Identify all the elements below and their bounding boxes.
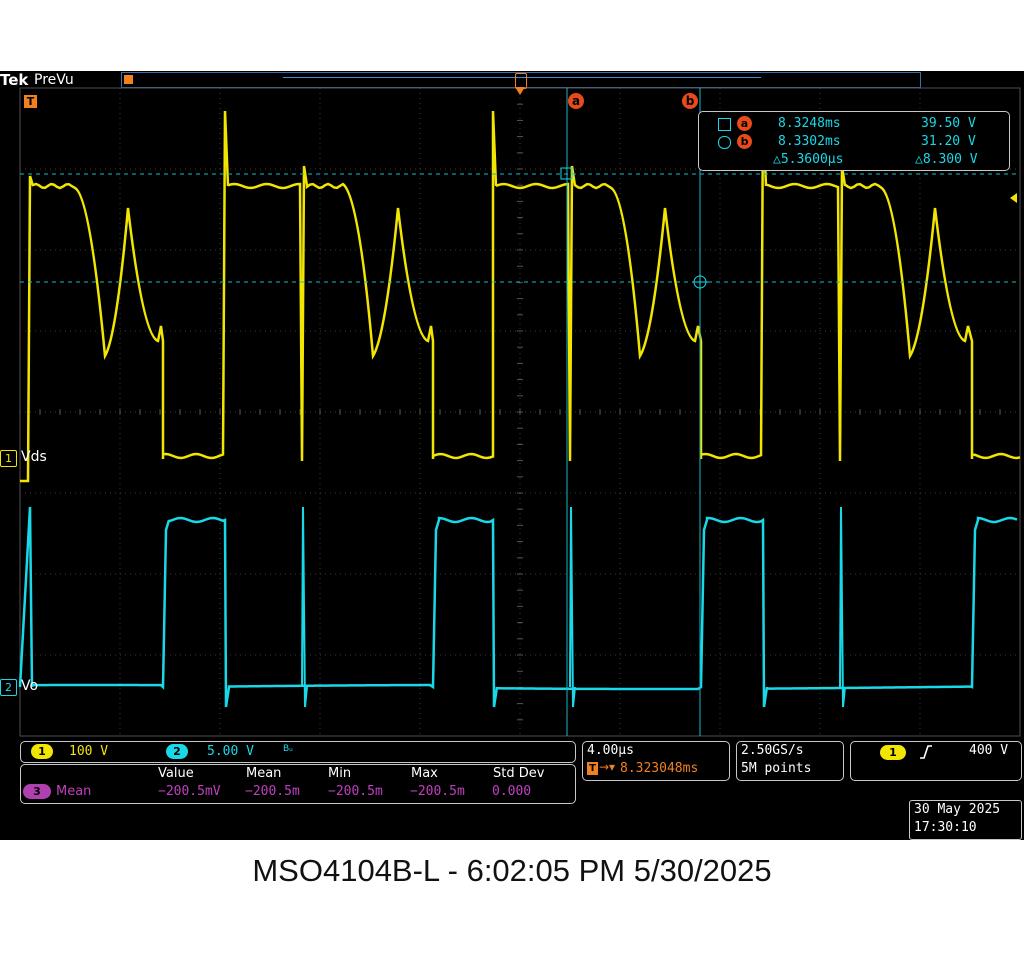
ch2-ringing-spike bbox=[839, 506, 846, 708]
trigger-level-arrow[interactable] bbox=[1010, 193, 1017, 203]
timebase-panel[interactable]: 4.00µs T →▾ 8.323048ms bbox=[582, 741, 730, 781]
ch2-waveform bbox=[18, 506, 1018, 708]
trigger-level: 400 V bbox=[969, 743, 1009, 758]
measurement-panel[interactable]: Value Mean Min Max Std Dev 3 Mean −200.5… bbox=[20, 764, 576, 804]
ch1-badge[interactable]: 1 bbox=[31, 744, 53, 759]
meas-header-value: Value bbox=[158, 766, 194, 781]
footer-caption: MSO4104B-L - 6:02:05 PM 5/30/2025 bbox=[252, 853, 772, 888]
meas-header-stddev: Std Dev bbox=[493, 766, 545, 781]
graticule bbox=[18, 87, 1021, 737]
meas-min: −200.5m bbox=[328, 784, 383, 799]
trigger-position-arrow bbox=[515, 87, 525, 95]
ch1-scale: 100 V bbox=[69, 744, 109, 759]
trigger-source-badge: 1 bbox=[880, 745, 906, 760]
meas-header-max: Max bbox=[411, 766, 438, 781]
cursor-b-label[interactable]: b bbox=[682, 93, 698, 109]
ch2-badge[interactable]: 2 bbox=[166, 744, 188, 759]
trigger-time-marker: T bbox=[24, 95, 37, 108]
timebase-arrow-icon: →▾ bbox=[599, 760, 616, 774]
ch1-ground-marker[interactable]: 1 bbox=[0, 450, 17, 467]
ch2-label: Vo bbox=[21, 678, 39, 694]
timebase-trigger-icon: T bbox=[587, 762, 598, 775]
oscilloscope-screen: Tek PreVu T a b a 8.3248ms 39.50 V b 8.3… bbox=[0, 71, 1024, 840]
meas-value: −200.5mV bbox=[158, 784, 221, 799]
cursor-b-circle-icon bbox=[718, 136, 731, 149]
cursor-b-badge: b bbox=[737, 134, 752, 149]
datetime-panel: 30 May 2025 17:30:10 bbox=[909, 800, 1022, 840]
cursor-a-time: 8.3248ms bbox=[778, 116, 841, 131]
acquisition-panel[interactable]: 2.50GS/s 5M points bbox=[736, 741, 844, 781]
ch2-scale: 5.00 V bbox=[207, 744, 254, 759]
cursor-delta-value: △8.300 V bbox=[915, 152, 978, 167]
meas-mean: −200.5m bbox=[245, 784, 300, 799]
trigger-panel[interactable]: 1 400 V bbox=[850, 741, 1022, 781]
ch2-ground-marker[interactable]: 2 bbox=[0, 679, 17, 696]
meas-header-min: Min bbox=[328, 766, 352, 781]
rising-edge-icon bbox=[920, 745, 932, 759]
timebase-scale: 4.00µs bbox=[587, 743, 634, 758]
record-length: 5M points bbox=[741, 761, 812, 776]
cursor-b-value: 31.20 V bbox=[921, 134, 976, 149]
bandwidth-limit-icon: Bᵤ bbox=[283, 744, 293, 754]
time: 17:30:10 bbox=[914, 820, 977, 835]
timebase-position: 8.323048ms bbox=[620, 761, 699, 776]
date: 30 May 2025 bbox=[914, 802, 1001, 817]
cursor-a-badge: a bbox=[737, 116, 752, 131]
meas-row-name: Mean bbox=[56, 784, 92, 799]
channel-scale-panel[interactable]: 1 100 V 2 5.00 V Bᵤ bbox=[20, 741, 576, 763]
ch1-label: Vds bbox=[21, 449, 47, 465]
cursor-a-label[interactable]: a bbox=[568, 93, 584, 109]
meas-stddev: 0.000 bbox=[492, 784, 532, 799]
ch2-ringing-spike bbox=[569, 506, 576, 708]
ch2-ringing-spike bbox=[301, 506, 308, 708]
meas-max: −200.5m bbox=[410, 784, 465, 799]
cursor-a-square-icon bbox=[718, 118, 731, 131]
sample-rate: 2.50GS/s bbox=[741, 743, 804, 758]
meas-header-mean: Mean bbox=[246, 766, 282, 781]
cursor-b-time: 8.3302ms bbox=[778, 134, 841, 149]
cursor-a-value: 39.50 V bbox=[921, 116, 976, 131]
cursor-readout-panel: a 8.3248ms 39.50 V b 8.3302ms 31.20 V △5… bbox=[698, 111, 1010, 171]
cursor-delta-time: △5.3600µs bbox=[773, 152, 844, 167]
meas-row-channel-badge: 3 bbox=[23, 784, 51, 799]
